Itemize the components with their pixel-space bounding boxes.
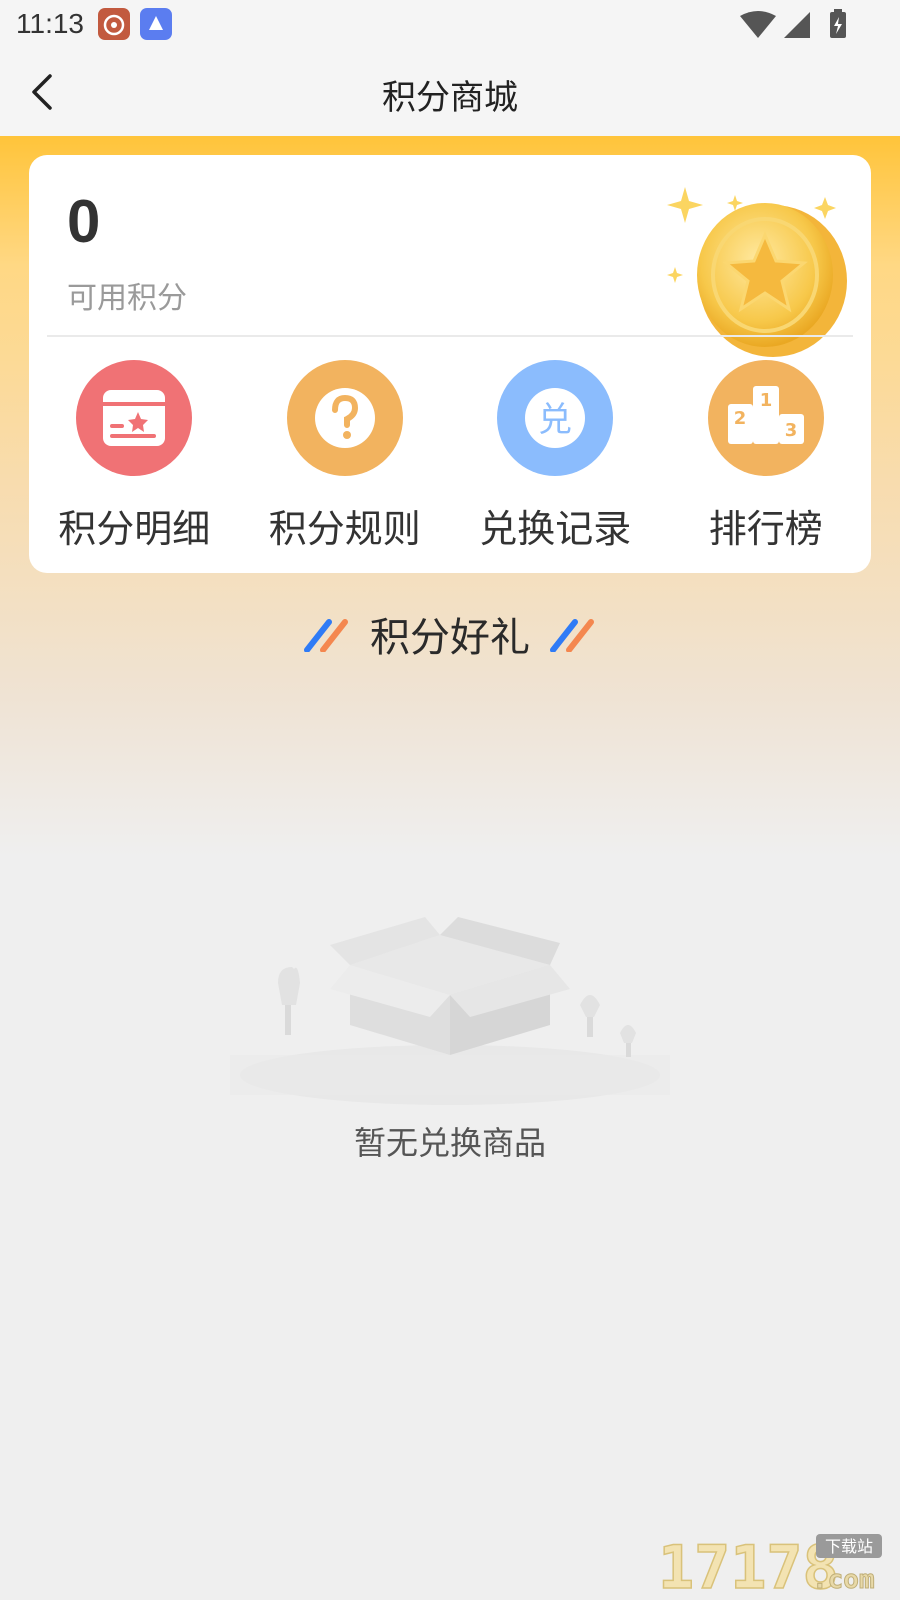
podium-icon: 1 2 3 bbox=[707, 360, 824, 476]
nav-bar: 积分商城 bbox=[0, 48, 900, 136]
menu-label-points-rules: 积分规则 bbox=[268, 507, 421, 551]
status-bar: 11:13 bbox=[0, 0, 900, 48]
watermark-logo: 17178 下载站 .com bbox=[658, 1532, 882, 1592]
weibo-app-icon bbox=[98, 8, 130, 40]
points-card: 0 可用积分 积分明细 积分规则 兑 兑换记录 1 2 3 排行榜 bbox=[29, 155, 871, 573]
points-label: 可用积分 bbox=[67, 281, 187, 316]
svg-text:兑: 兑 bbox=[538, 400, 572, 440]
menu-item-leaderboard[interactable]: 1 2 3 排行榜 bbox=[661, 360, 872, 551]
section-title-text: 积分好礼 bbox=[370, 615, 530, 661]
system-status-icons bbox=[732, 8, 862, 40]
menu-item-points-rules[interactable]: 积分规则 bbox=[240, 360, 451, 551]
question-icon bbox=[286, 360, 403, 476]
battery-icon bbox=[830, 9, 846, 38]
menu-item-points-detail[interactable]: 积分明细 bbox=[29, 360, 240, 551]
points-menu: 积分明细 积分规则 兑 兑换记录 1 2 3 排行榜 bbox=[29, 360, 872, 551]
svg-text:.com: .com bbox=[812, 1565, 875, 1592]
svg-text:3: 3 bbox=[784, 420, 797, 441]
menu-label-points-detail: 积分明细 bbox=[58, 507, 211, 551]
svg-text:1: 1 bbox=[759, 390, 772, 411]
svg-text:2: 2 bbox=[733, 408, 746, 429]
page-title: 积分商城 bbox=[382, 78, 518, 118]
empty-box-illustration bbox=[230, 917, 670, 1105]
decorative-slash-icon bbox=[303, 619, 348, 652]
points-detail-icon bbox=[76, 360, 193, 476]
menu-item-exchange-record[interactable]: 兑 兑换记录 bbox=[450, 360, 661, 551]
menu-label-exchange-record: 兑换记录 bbox=[479, 507, 632, 551]
menu-label-leaderboard: 排行榜 bbox=[708, 507, 823, 551]
points-value: 0 bbox=[67, 188, 101, 255]
svg-text:下载站: 下载站 bbox=[825, 1537, 873, 1556]
bird-app-icon bbox=[140, 8, 172, 40]
section-title: 积分好礼 bbox=[0, 605, 900, 661]
exchange-icon: 兑 bbox=[497, 360, 614, 476]
status-time: 11:13 bbox=[16, 8, 84, 39]
wifi-icon bbox=[740, 11, 776, 38]
decorative-slash-icon bbox=[550, 619, 595, 652]
signal-icon bbox=[784, 12, 810, 38]
gold-coin-icon bbox=[667, 187, 847, 357]
card-divider bbox=[47, 335, 853, 337]
empty-state-text: 暂无兑换商品 bbox=[353, 1124, 546, 1162]
